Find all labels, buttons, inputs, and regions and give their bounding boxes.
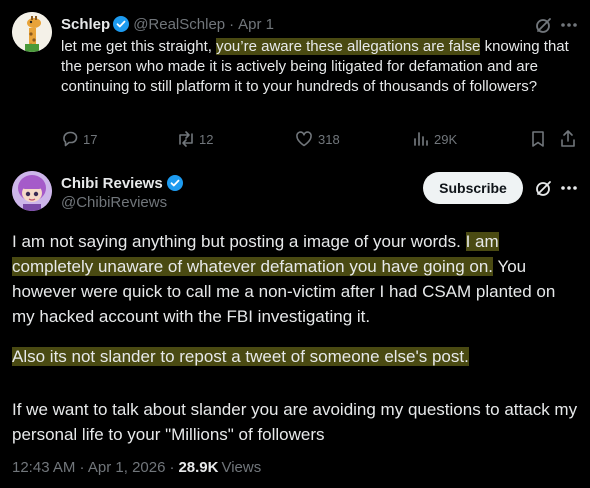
repost-count: 12 (199, 131, 214, 147)
verified-badge-icon (166, 175, 183, 191)
views-chart-icon (412, 130, 430, 148)
main-author-name[interactable]: Chibi Reviews (61, 175, 163, 192)
reply-icon (61, 130, 79, 148)
main-views-label: Views (221, 459, 262, 476)
main-meta: 12:43 AM · Apr 1, 2026 · 28.9K Views (12, 459, 261, 476)
avatar-chibi-reviews[interactable] (12, 171, 52, 211)
reply-action-like[interactable]: 318 (295, 130, 340, 148)
reply-text-highlight: you’re aware these allegations are false (216, 38, 481, 55)
main-p2-highlight: Also its not slander to repost a tweet o… (12, 347, 469, 366)
main-p3-text: If we want to talk about slander you are… (12, 400, 578, 444)
grok-icon[interactable] (535, 179, 553, 197)
repost-icon (176, 130, 196, 148)
subscribe-label: Subscribe (439, 180, 507, 196)
main-handle[interactable]: @ChibiReviews (61, 194, 167, 211)
main-paragraph-2: Also its not slander to repost a tweet o… (12, 344, 582, 369)
avatar-schlep[interactable] (12, 12, 52, 52)
more-options-icon[interactable] (560, 22, 578, 28)
reply-author-name[interactable]: Schlep (61, 16, 110, 33)
verified-badge-icon (113, 16, 130, 32)
bookmark-icon[interactable] (530, 130, 546, 148)
reply-action-reply[interactable]: 17 (61, 130, 97, 148)
reply-handle[interactable]: @RealSchlep (133, 16, 225, 33)
main-paragraph-1: I am not saying anything but posting a i… (12, 229, 582, 329)
main-p1-before: I am not saying anything but posting a i… (12, 232, 466, 251)
grok-icon[interactable] (535, 16, 553, 34)
reply-count: 17 (83, 131, 98, 147)
reply-separator: · (229, 15, 235, 33)
main-paragraph-3: If we want to talk about slander you are… (12, 397, 582, 447)
reply-header: Schlep @RealSchlep · Apr 1 (61, 14, 274, 34)
main-views-count[interactable]: 28.9K (178, 459, 218, 476)
reply-action-views[interactable]: 29K (412, 130, 457, 148)
main-timestamp[interactable]: 12:43 AM · Apr 1, 2026 (12, 459, 165, 476)
share-icon[interactable] (559, 129, 577, 148)
main-meta-separator: · (169, 459, 175, 476)
reply-text-before: let me get this straight, (61, 38, 217, 55)
view-count: 29K (434, 131, 458, 147)
heart-icon (295, 130, 313, 148)
subscribe-button[interactable]: Subscribe (423, 172, 523, 204)
reply-date[interactable]: Apr 1 (238, 16, 274, 33)
main-author-row: Chibi Reviews (61, 173, 183, 193)
like-count: 318 (318, 131, 340, 147)
chibi-avatar-image (12, 171, 52, 211)
more-options-icon[interactable] (560, 185, 578, 191)
giraffe-avatar-image (12, 12, 52, 52)
reply-action-repost[interactable]: 12 (176, 130, 213, 148)
reply-text: let me get this straight, you’re aware t… (61, 37, 576, 97)
